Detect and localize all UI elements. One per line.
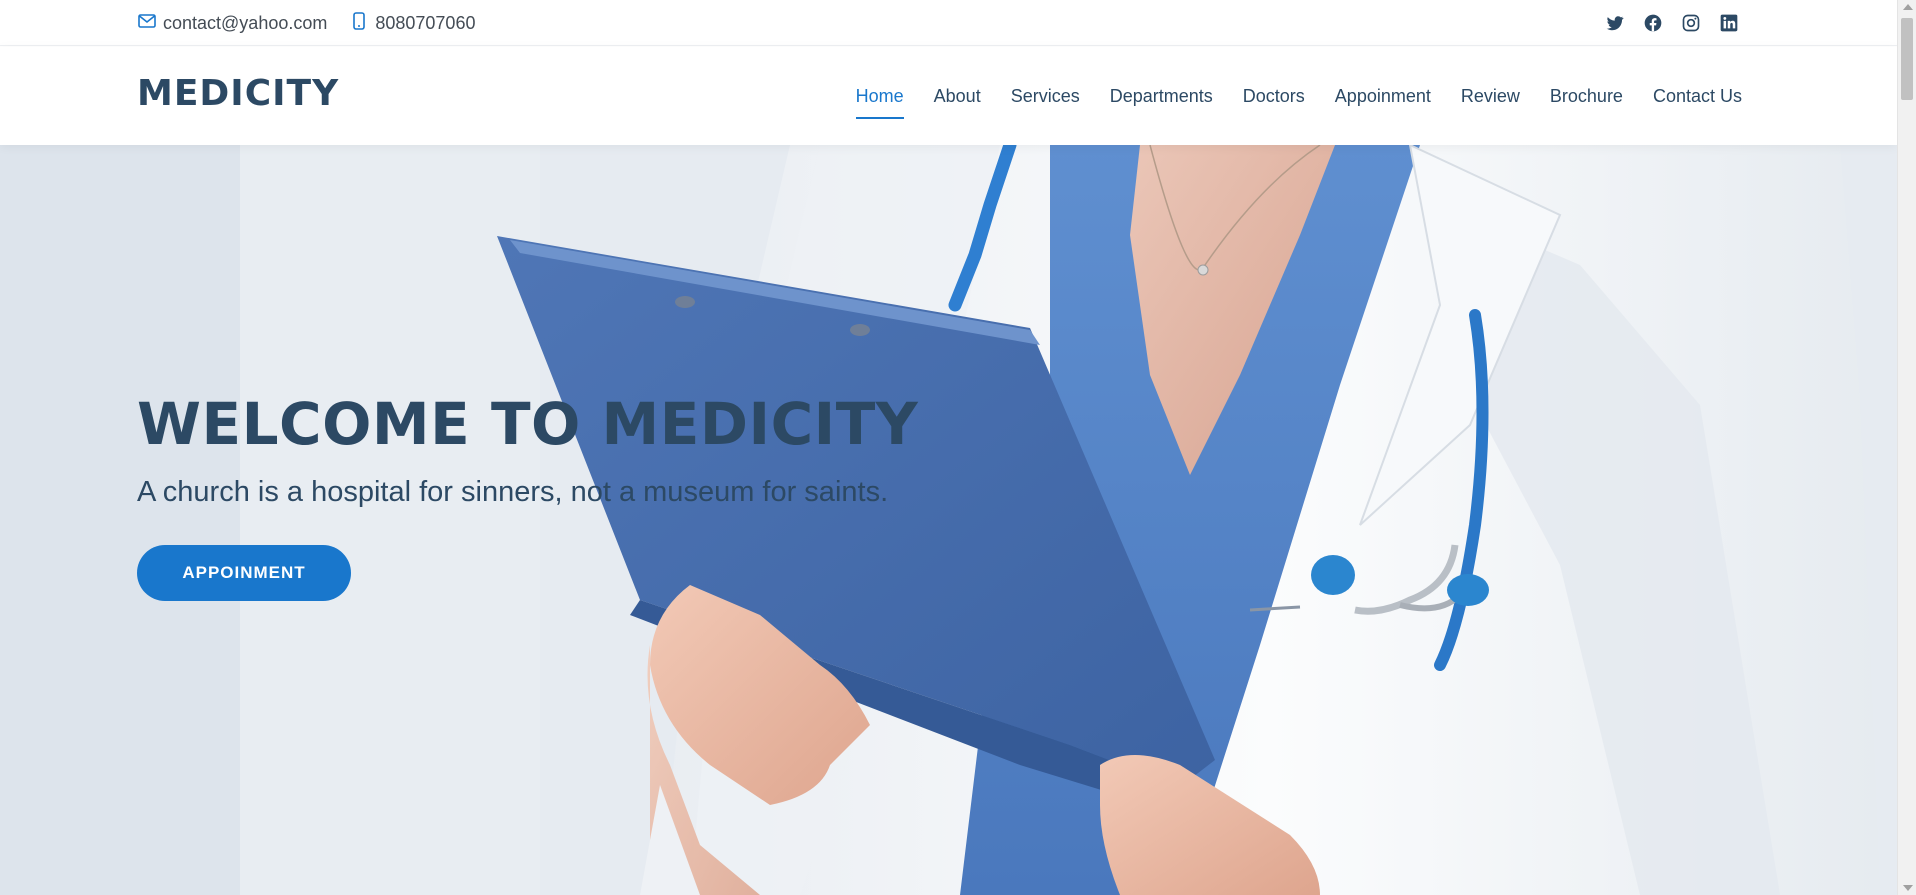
twitter-icon[interactable] — [1605, 13, 1625, 33]
email-text: contact@yahoo.com — [163, 12, 328, 33]
top-bar: contact@yahoo.com 8080707060 — [0, 0, 1897, 46]
hero-content: WELCOME TO MEDICITY A church is a hospit… — [137, 390, 918, 601]
scroll-up-arrow-icon[interactable] — [1903, 4, 1913, 10]
nav-departments[interactable]: Departments — [1095, 47, 1228, 145]
nav-appoinment[interactable]: Appoinment — [1320, 47, 1446, 145]
nav-services[interactable]: Services — [996, 47, 1095, 145]
nav-contact-us[interactable]: Contact Us — [1638, 47, 1757, 145]
nav-doctors[interactable]: Doctors — [1228, 47, 1320, 145]
phone-icon — [349, 11, 369, 36]
linkedin-icon[interactable] — [1719, 13, 1739, 33]
facebook-icon[interactable] — [1643, 13, 1663, 33]
nav-brochure[interactable]: Brochure — [1535, 47, 1638, 145]
site-logo[interactable]: MEDICITY — [137, 73, 339, 114]
hero-title: WELCOME TO MEDICITY — [137, 390, 919, 458]
email-contact[interactable]: contact@yahoo.com — [137, 11, 327, 36]
phone-contact[interactable]: 8080707060 — [349, 11, 475, 36]
social-links — [1605, 0, 1739, 46]
hero-section: WELCOME TO MEDICITY A church is a hospit… — [0, 145, 1897, 895]
nav-home[interactable]: Home — [841, 47, 919, 145]
appoinment-button[interactable]: APPOINMENT — [137, 545, 351, 601]
nav-about[interactable]: About — [919, 47, 996, 145]
envelope-icon — [137, 11, 157, 36]
hero-subtitle: A church is a hospital for sinners, not … — [137, 476, 889, 508]
nav-review[interactable]: Review — [1446, 47, 1535, 145]
contact-info: contact@yahoo.com 8080707060 — [137, 0, 475, 46]
page-scrollbar[interactable] — [1897, 0, 1916, 895]
scroll-down-arrow-icon[interactable] — [1903, 885, 1913, 891]
site-header: MEDICITY Home About Services Departments… — [0, 47, 1897, 145]
phone-text: 8080707060 — [375, 12, 476, 33]
instagram-icon[interactable] — [1681, 13, 1701, 33]
scrollbar-thumb[interactable] — [1901, 18, 1913, 100]
main-nav: Home About Services Departments Doctors … — [841, 47, 1757, 145]
